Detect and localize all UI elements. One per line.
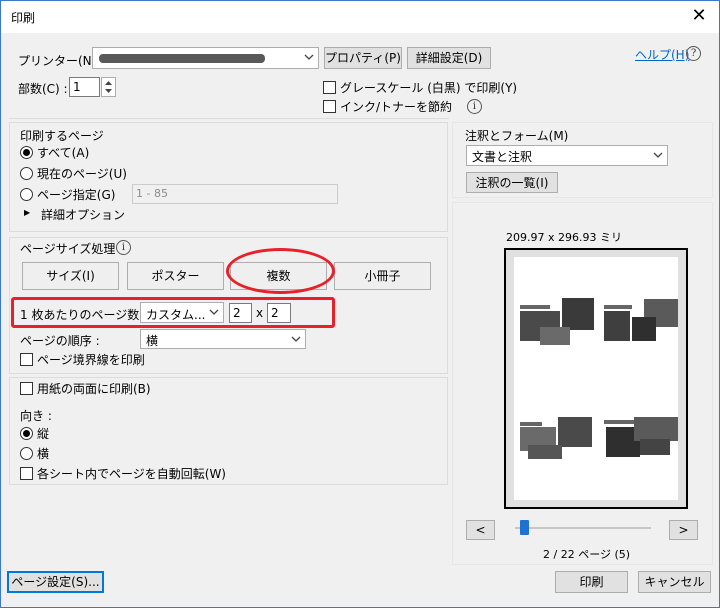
page-sizing-heading: ページサイズ処理 [20,242,116,256]
page-range-input[interactable]: 1 - 85 [132,184,338,204]
print-preview [504,248,688,509]
next-page-button[interactable]: > [669,520,698,540]
page-slider-track[interactable] [515,527,651,529]
save-ink-checkbox[interactable] [323,100,336,113]
comments-forms-select[interactable]: 文書と注釈 [466,145,668,166]
thumb-text [604,305,632,309]
title-bar: 印刷 ✕ [1,1,719,33]
print-dialog: 印刷 ✕ プリンター(N) : プロパティ(P) 詳細設定(D) ヘルプ(H) … [0,0,720,608]
divider [9,118,449,119]
page-range-label: ページ指定(G) [37,188,116,202]
print-border-label: ページ境界線を印刷 [37,353,145,367]
cancel-button[interactable]: キャンセル [638,571,711,593]
pages-to-print-heading: 印刷するページ [20,129,104,143]
thumb-text [604,420,634,424]
page-range-radio[interactable] [20,188,33,201]
paper-dimensions: 209.97 x 296.93 ミリ [506,231,622,244]
booklet-button[interactable]: 小冊子 [334,262,431,290]
auto-rotate-label: 各シート内でページを自動回転(W) [37,467,226,481]
duplex-label: 用紙の両面に印刷(B) [37,382,151,396]
all-pages-label: すべて(A) [37,146,90,160]
print-button[interactable]: 印刷 [555,571,628,593]
current-page-label: 現在のページ(U) [37,167,127,181]
page-order-value: 横 [146,334,159,348]
thumb-image [562,298,594,330]
chevron-down-icon [287,330,305,350]
all-pages-radio[interactable] [20,146,33,159]
thumb-text [520,422,542,426]
thumb-image [640,439,670,455]
landscape-label: 横 [37,447,50,461]
expand-icon[interactable]: ▶ [24,208,30,217]
chevron-down-icon [300,48,318,68]
portrait-label: 縦 [37,427,50,441]
advanced-button[interactable]: 詳細設定(D) [407,47,491,69]
copies-input[interactable]: 1 [69,77,100,97]
page-order-select[interactable]: 横 [140,329,306,349]
highlight-oval [226,248,335,294]
thumb-image [604,311,630,341]
info-icon[interactable]: i [116,240,131,255]
comments-forms-value: 文書と注釈 [472,150,533,164]
print-border-checkbox[interactable] [20,353,33,366]
thumb-image [632,317,656,341]
summarize-comments-button[interactable]: 注釈の一覧(I) [466,172,558,193]
duplex-checkbox[interactable] [20,382,33,395]
info-icon[interactable]: i [467,99,482,114]
auto-rotate-checkbox[interactable] [20,467,33,480]
page-indicator: 2 / 22 ページ (5) [543,548,631,561]
more-options-toggle[interactable]: 詳細オプション [41,206,125,223]
thumb-image [634,417,678,441]
close-icon[interactable]: ✕ [679,1,719,31]
current-page-radio[interactable] [20,167,33,180]
help-link[interactable]: ヘルプ(H) [635,46,689,63]
preview-sheet [514,257,678,500]
highlight-rect [11,297,335,328]
grayscale-label: グレースケール (白黒) で印刷(Y) [340,81,518,95]
page-slider-thumb[interactable] [520,520,530,535]
grayscale-checkbox[interactable] [323,81,336,94]
properties-button[interactable]: プロパティ(P) [324,47,402,69]
orientation-heading: 向き : [20,409,52,423]
prev-page-button[interactable]: < [466,520,495,540]
comments-forms-heading: 注釈とフォーム(M) [465,129,569,143]
thumb-image [528,445,562,459]
thumb-text [520,305,550,309]
portrait-radio[interactable] [20,427,33,440]
page-order-label: ページの順序 : [20,334,100,348]
landscape-radio[interactable] [20,447,33,460]
printer-name-redacted [99,54,265,63]
save-ink-label: インク/トナーを節約 [340,100,453,114]
thumb-image [540,327,570,345]
window-title: 印刷 [11,11,36,25]
poster-button[interactable]: ポスター [127,262,224,290]
thumb-image [558,417,592,447]
printer-select[interactable] [92,47,319,69]
chevron-down-icon [649,146,667,166]
size-button[interactable]: サイズ(I) [22,262,119,290]
page-setup-button[interactable]: ページ設定(S)... [7,571,104,593]
copies-label: 部数(C) : [18,82,68,96]
help-icon[interactable]: ? [686,46,701,61]
copies-spinner[interactable] [101,77,116,97]
